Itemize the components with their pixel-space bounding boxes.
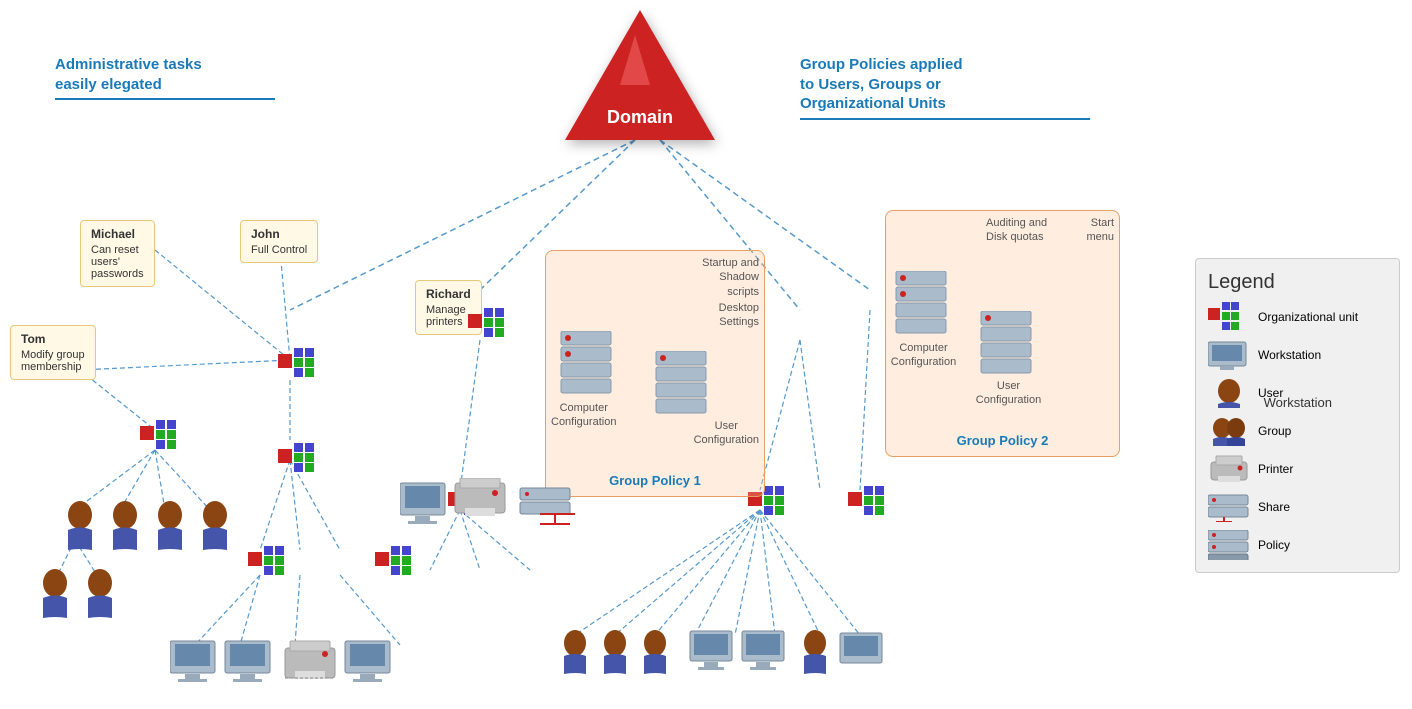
legend-group-label: Group bbox=[1258, 424, 1291, 438]
gp2-label: Group Policy 2 bbox=[894, 433, 1111, 448]
legend-item-policy: Policy bbox=[1208, 530, 1387, 560]
gp2-start-menu-label: Startmenu bbox=[1086, 216, 1114, 245]
legend-box: Legend Organizational unit Worksta bbox=[1195, 258, 1400, 573]
legend-item-ou: Organizational unit bbox=[1208, 302, 1387, 332]
diagram-container: Domain Administrative taskseasily elegat… bbox=[0, 0, 1412, 709]
users-bottom-left bbox=[35, 568, 125, 628]
gp2-auditing-label: Auditing andDisk quotas bbox=[986, 216, 1047, 245]
ou-icon-8 bbox=[848, 486, 892, 520]
legend-workstation-icon bbox=[1208, 340, 1250, 370]
legend-item-workstation: Workstation bbox=[1208, 340, 1387, 370]
gp1-uc-label: UserConfiguration bbox=[694, 419, 759, 448]
michael-name: Michael bbox=[91, 227, 144, 241]
gp1-box: Startup andShadowscripts DesktopSettings… bbox=[545, 250, 765, 497]
domain-section: Domain bbox=[565, 10, 715, 140]
legend-ou-label: Organizational unit bbox=[1258, 310, 1358, 324]
michael-box: Michael Can resetusers'passwords bbox=[80, 220, 155, 287]
richard-desc: Manageprinters bbox=[426, 304, 471, 328]
users-row1-left bbox=[60, 500, 260, 560]
legend-item-group: Group bbox=[1208, 416, 1387, 446]
gp1-desktop-label: DesktopSettings bbox=[719, 301, 759, 330]
gp2-box: Auditing andDisk quotas Startmenu Comput… bbox=[885, 210, 1120, 457]
gp2-user-config-icon bbox=[976, 311, 1036, 381]
legend-item-share: Share bbox=[1208, 492, 1387, 522]
john-name: John bbox=[251, 227, 307, 241]
tom-name: Tom bbox=[21, 332, 85, 346]
legend-user-icon bbox=[1208, 378, 1250, 408]
gp1-computer-config-icon bbox=[556, 331, 616, 401]
legend-workstation-label: Workstation bbox=[1258, 348, 1321, 362]
right-section-title: Group Policies appliedto Users, Groups o… bbox=[800, 55, 1090, 120]
printer-share-row bbox=[400, 478, 600, 538]
left-section-title: Administrative taskseasily elegated bbox=[55, 55, 275, 100]
legend-title: Legend bbox=[1208, 271, 1387, 294]
ou-icon-5 bbox=[375, 546, 419, 580]
gp1-user-config-icon bbox=[651, 351, 711, 421]
gp1-startup-label: Startup andShadowscripts bbox=[702, 256, 759, 299]
ou-icon-3 bbox=[278, 443, 322, 477]
legend-workstation-text: Workstation bbox=[1264, 395, 1332, 410]
legend-printer-label: Printer bbox=[1258, 462, 1293, 476]
gp2-uc-label: UserConfiguration bbox=[971, 379, 1046, 408]
gp2-cc-label: ComputerConfiguration bbox=[886, 341, 961, 370]
legend-policy-label: Policy bbox=[1258, 538, 1290, 552]
ou-icon-1 bbox=[140, 420, 184, 454]
michael-desc: Can resetusers'passwords bbox=[91, 244, 144, 280]
legend-share-icon bbox=[1208, 492, 1250, 522]
ou-icon-2 bbox=[278, 348, 322, 382]
legend-policy-icon bbox=[1208, 530, 1250, 560]
legend-group-icon bbox=[1208, 416, 1250, 446]
legend-printer-icon bbox=[1208, 454, 1250, 484]
gp2-computer-config-icon bbox=[891, 271, 951, 341]
right-bottom-users-computers bbox=[555, 628, 895, 693]
legend-ou-icon bbox=[1208, 302, 1250, 332]
domain-label: Domain bbox=[607, 107, 673, 128]
richard-name: Richard bbox=[426, 287, 471, 301]
john-box: John Full Control bbox=[240, 220, 318, 263]
computers-bottom-left bbox=[170, 636, 450, 696]
tom-box: Tom Modify groupmembership bbox=[10, 325, 96, 380]
tom-desc: Modify groupmembership bbox=[21, 349, 85, 373]
gp1-cc-label: ComputerConfiguration bbox=[551, 401, 616, 430]
legend-share-label: Share bbox=[1258, 500, 1290, 514]
ou-icon-richard bbox=[468, 308, 512, 342]
legend-item-printer: Printer bbox=[1208, 454, 1387, 484]
john-desc: Full Control bbox=[251, 244, 307, 256]
